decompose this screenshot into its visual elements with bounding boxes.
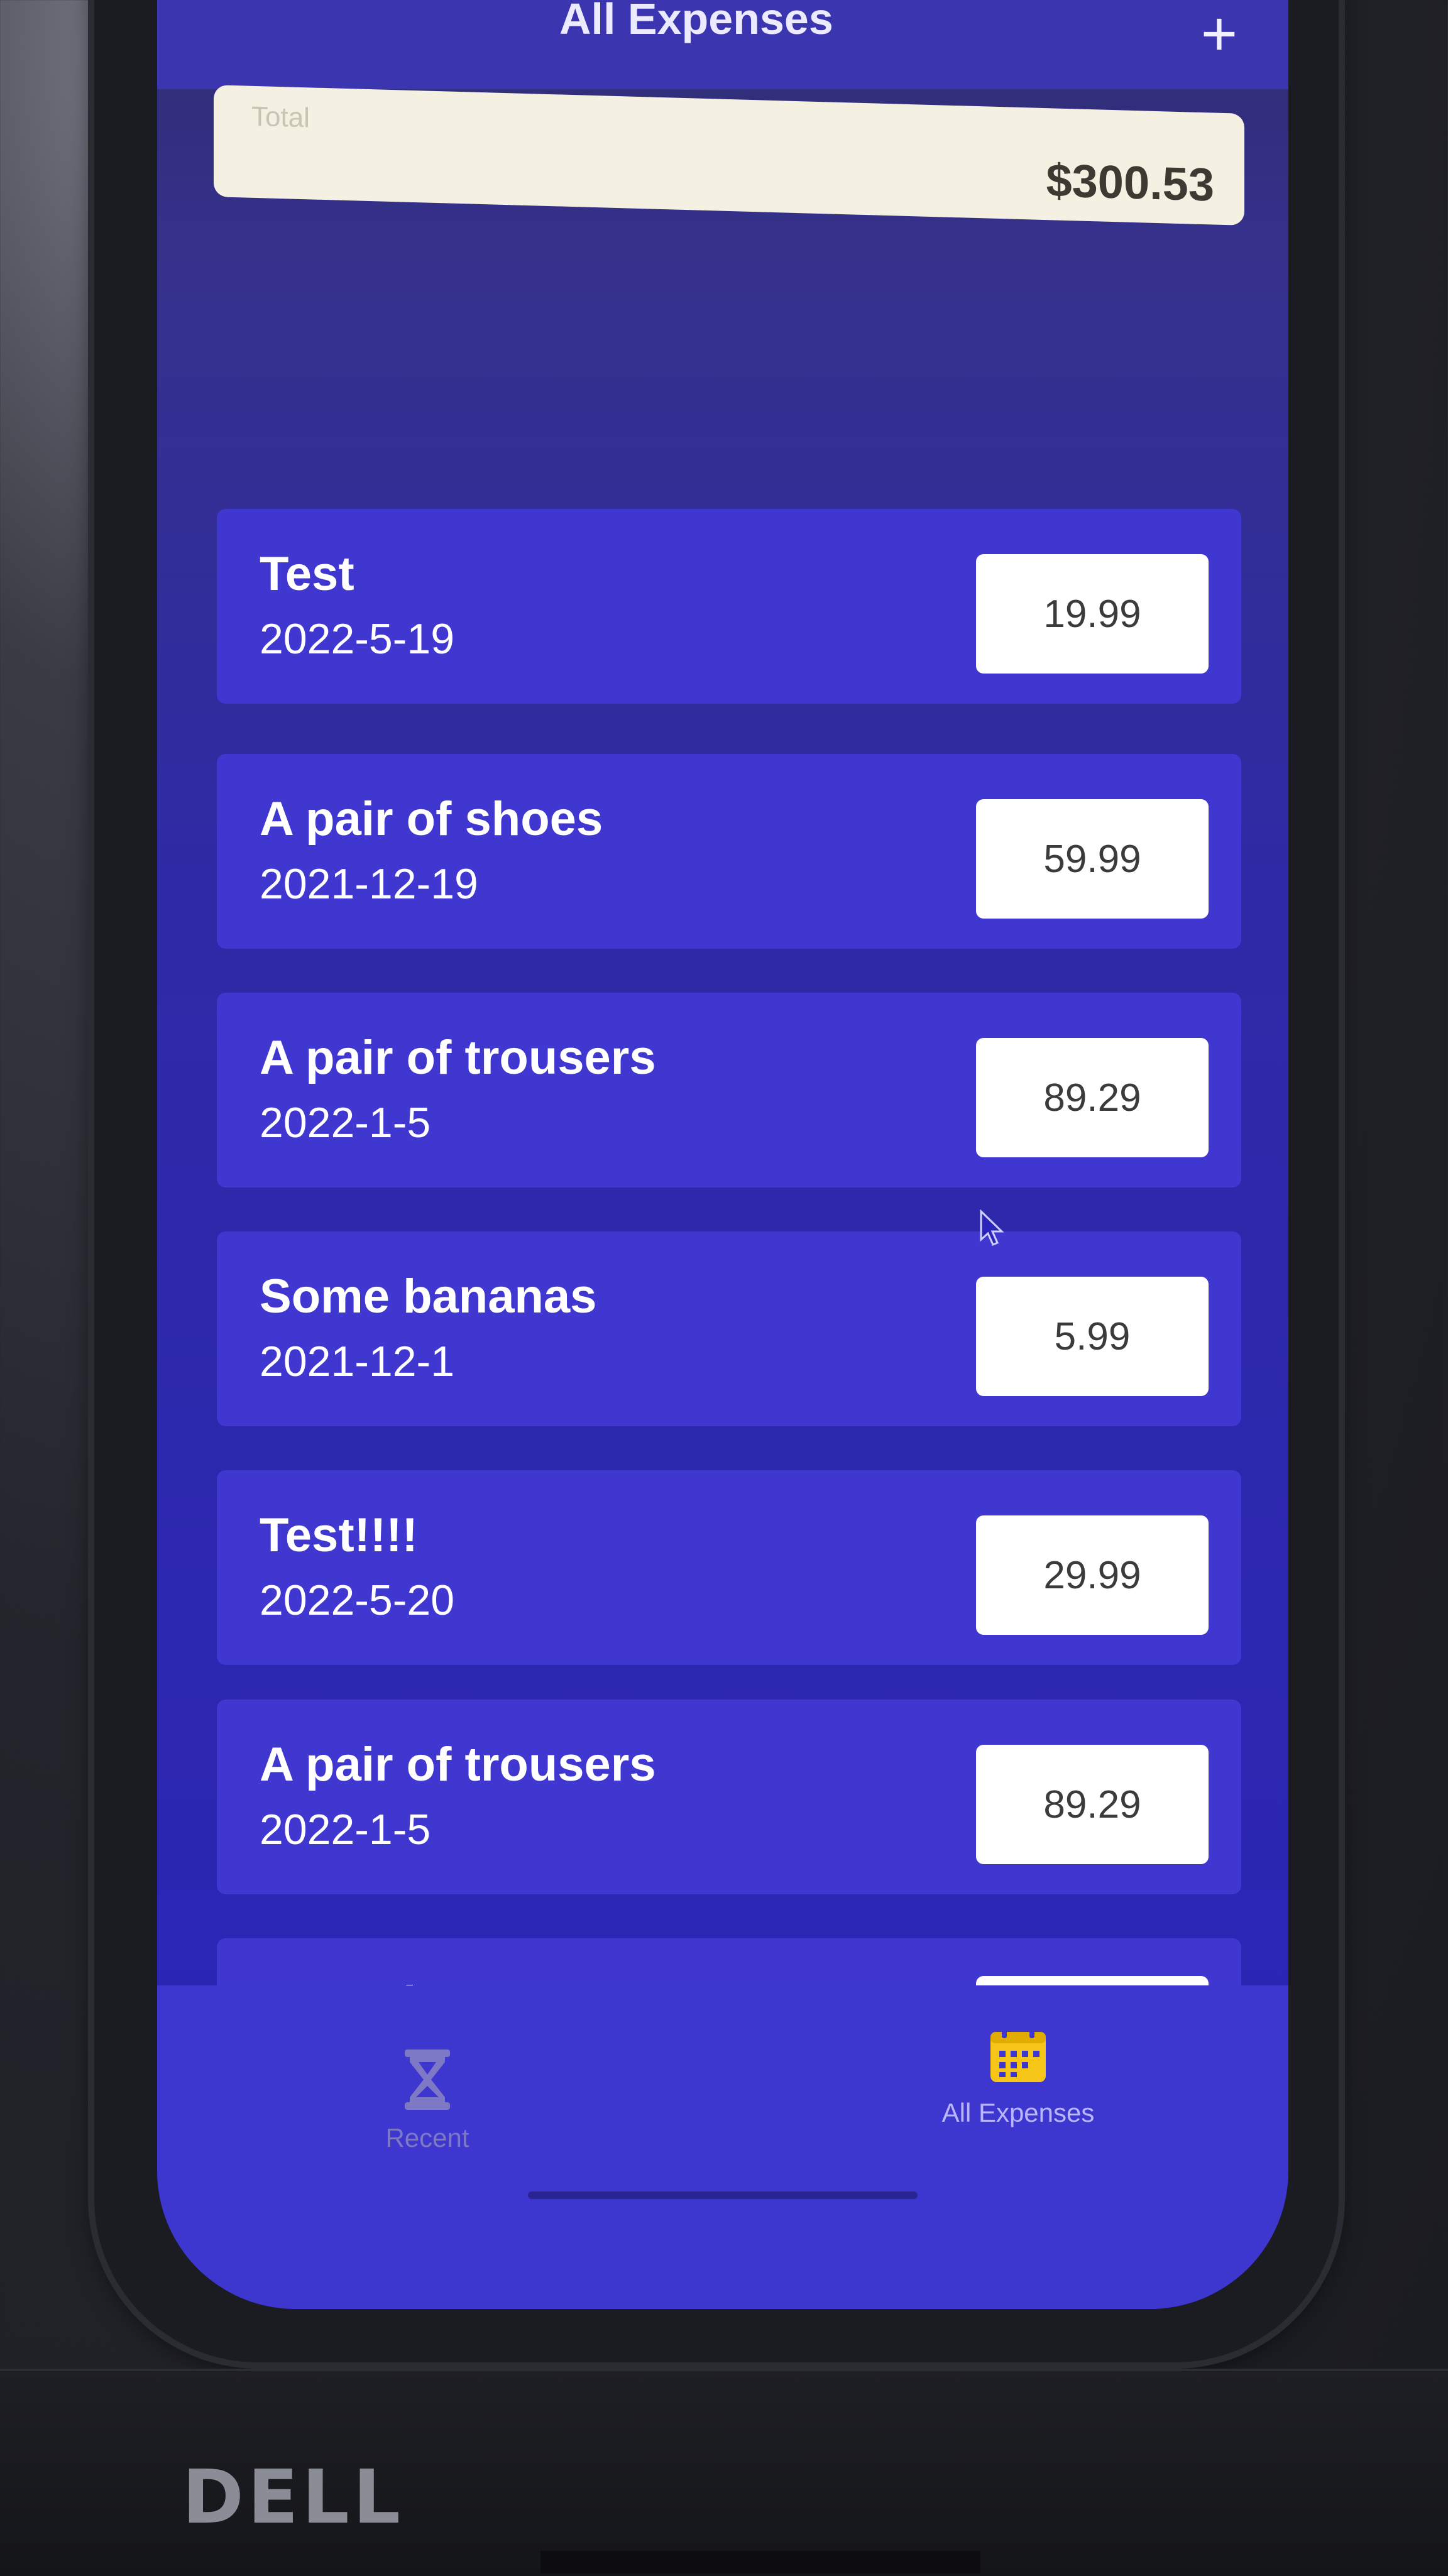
expense-item[interactable]: Test!!!! 2022-5-20 29.99 <box>217 1470 1241 1665</box>
total-summary-card: Total $300.53 <box>214 85 1244 226</box>
expense-title: Test!!!! <box>260 1509 418 1562</box>
phone-device: All Expenses + Total $300.53 Test 2022-5… <box>94 0 1339 2362</box>
home-indicator <box>528 2191 918 2199</box>
app-header: All Expenses + <box>157 0 1288 89</box>
expense-amount: 59.99 <box>976 799 1209 919</box>
calendar-icon <box>990 2026 1046 2082</box>
app-screen: All Expenses + Total $300.53 Test 2022-5… <box>157 0 1288 2309</box>
expense-amount: 19.99 <box>976 554 1209 674</box>
expense-title: Test <box>260 547 354 601</box>
expense-amount: 29.99 <box>976 1515 1209 1635</box>
expense-item[interactable]: Test 2022-5-19 19.99 <box>217 509 1241 704</box>
expense-item[interactable]: A pair of shoes 2021-12-19 59.99 <box>217 754 1241 949</box>
expense-amount: 89.29 <box>976 1745 1209 1864</box>
mouse-cursor-icon <box>980 1209 1004 1246</box>
expense-date: 2021-12-1 <box>260 1338 455 1385</box>
expense-title: A pair of trousers <box>260 1031 656 1084</box>
expense-amount: 5.99 <box>976 1277 1209 1396</box>
expense-date: 2022-1-5 <box>260 1806 431 1853</box>
tab-all-expenses[interactable]: All Expenses <box>886 2023 1150 2128</box>
expense-item[interactable]: A pair of trousers 2022-1-5 89.29 <box>217 1700 1241 1894</box>
expense-title: A pair of shoes <box>260 792 603 846</box>
add-expense-button[interactable]: + <box>1188 3 1251 65</box>
expense-item[interactable]: Some bananas 2021-12-1 5.99 <box>217 1231 1241 1426</box>
page-title: All Expenses <box>559 0 833 43</box>
total-label: Total <box>251 101 310 134</box>
expense-amount: 89.29 <box>976 1038 1209 1157</box>
hourglass-icon <box>405 2049 450 2110</box>
expense-date: 2022-1-5 <box>260 1099 431 1147</box>
tab-recent[interactable]: Recent <box>333 2048 522 2153</box>
monitor-stand <box>540 2551 980 2573</box>
tab-recent-label: Recent <box>385 2123 469 2153</box>
dell-logo: DELL <box>182 2453 404 2540</box>
expense-title: A pair of trousers <box>260 1738 656 1791</box>
expense-item[interactable]: A pair of trousers 2022-1-5 89.29 <box>217 993 1241 1187</box>
expense-date: 2021-12-19 <box>260 860 478 908</box>
expense-date: 2022-5-20 <box>260 1576 455 1624</box>
total-value: $300.53 <box>1046 154 1215 211</box>
tab-all-expenses-label: All Expenses <box>941 2098 1095 2127</box>
expense-date: 2022-5-19 <box>260 615 455 663</box>
expense-title: Some bananas <box>260 1270 597 1323</box>
bottom-tab-bar: Recent All Expenses <box>157 1985 1288 2309</box>
